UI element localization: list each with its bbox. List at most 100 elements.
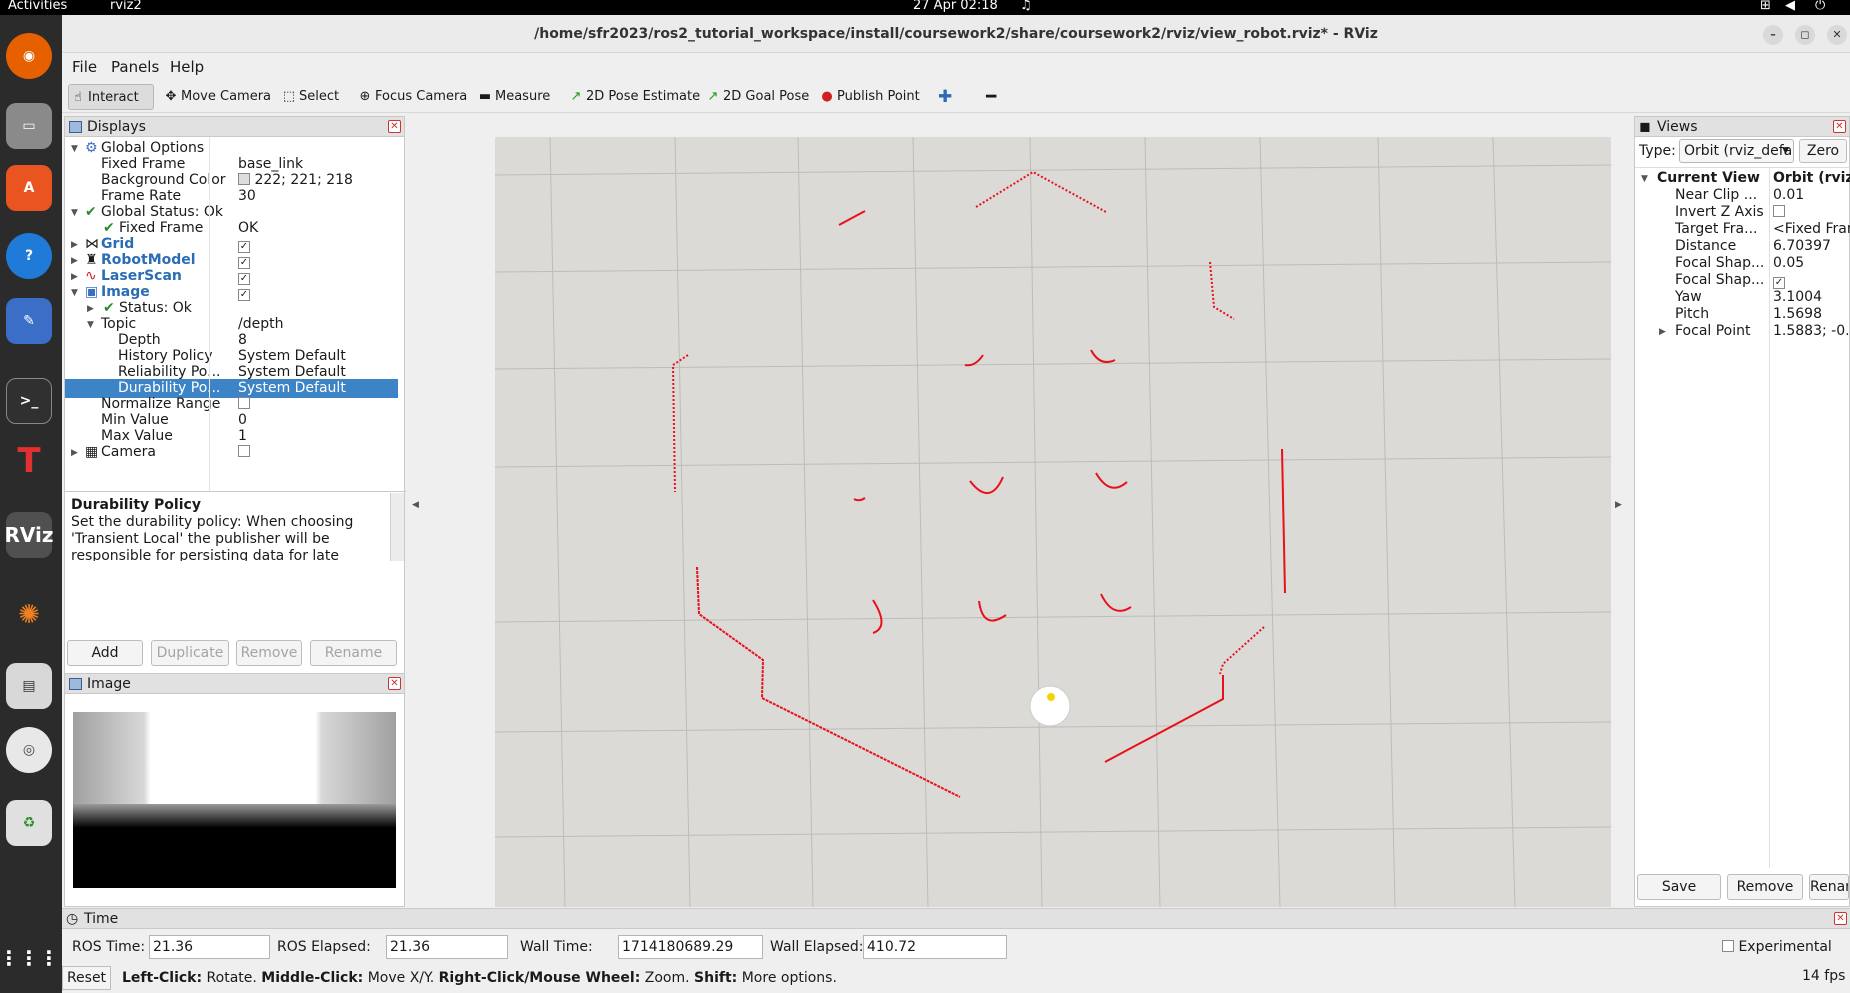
terminal-icon[interactable]: >_ — [6, 378, 52, 424]
goal-pose-tool[interactable]: ↗ 2D Goal Pose — [704, 84, 810, 110]
image-panel-header: Image ✕ — [65, 674, 404, 694]
move-icon: ✥ — [165, 89, 177, 104]
text-editor-icon[interactable]: ✎ — [6, 298, 52, 344]
close-views-icon[interactable]: ✕ — [1833, 120, 1846, 133]
menu-file[interactable]: File — [72, 58, 97, 76]
remove-view-button[interactable]: Remove — [1727, 874, 1803, 900]
trash-icon[interactable]: ♻ — [6, 800, 52, 846]
close-image-icon[interactable]: ✕ — [388, 677, 401, 690]
help-box: Durability Policy Set the durability pol… — [67, 493, 389, 561]
maximize-button[interactable]: ◻ — [1795, 25, 1815, 45]
reset-button[interactable]: Reset — [62, 966, 111, 990]
turtle-icon[interactable]: T — [6, 438, 52, 484]
help-icon[interactable]: ? — [6, 233, 52, 279]
displays-panel: Displays ✕ ▼ ⚙ Global Options Fixed Frame ba… — [64, 116, 406, 674]
power-icon[interactable]: ⏻ — [1815, 0, 1825, 13]
publish-point-tool[interactable]: ● Publish Point — [818, 84, 919, 110]
firefox-icon[interactable]: ◉ — [6, 33, 52, 79]
minimize-button[interactable]: – — [1763, 25, 1783, 45]
render-viewport[interactable] — [494, 136, 1612, 908]
show-apps-icon[interactable]: ⋮⋮⋮ — [0, 935, 59, 981]
add-display-button[interactable]: Add — [67, 640, 143, 666]
hand-icon: ☝ — [74, 90, 82, 105]
fps-label: 14 fps — [1802, 968, 1846, 984]
close-displays-icon[interactable]: ✕ — [388, 120, 401, 133]
software-center-icon[interactable]: A — [6, 165, 52, 211]
green-arrow-icon: ↗ — [707, 89, 719, 104]
move-camera-tool[interactable]: ✥ Move Camera — [162, 84, 271, 110]
expand-arrow-icon[interactable]: ▼ — [71, 204, 78, 223]
select-tool[interactable]: ⬚ Select — [280, 84, 339, 110]
clock[interactable]: 27 Apr 02:18 — [913, 0, 998, 13]
network-icon[interactable]: ⊞ — [1760, 0, 1771, 13]
camera-checkbox[interactable] — [238, 445, 250, 457]
displays-icon — [69, 121, 82, 133]
views-panel: ◼ Views ✕ Type: Orbit (rviz_defau ▼ Zero ▼ C… — [1634, 116, 1850, 907]
rename-view-button[interactable]: Rename — [1809, 874, 1849, 900]
divider — [65, 491, 406, 492]
rviz-window: /home/sfr2023/ros2_tutorial_workspace/in… — [62, 15, 1850, 993]
normalize-checkbox[interactable] — [238, 397, 250, 409]
time-header: ◷ Time ✕ — [62, 909, 1850, 929]
expand-arrow-icon[interactable]: ▼ — [87, 316, 94, 335]
save-view-button[interactable]: Save — [1637, 874, 1721, 900]
help-scrollbar[interactable] — [390, 493, 404, 561]
displays-tree: ▼ ⚙ Global Options Fixed Frame base_link Ba… — [65, 137, 406, 492]
wall-elapsed-label: Wall Elapsed: — [770, 939, 864, 955]
check-icon: ✔ — [85, 204, 97, 220]
rviz-icon[interactable]: RViz — [4, 512, 54, 558]
help-line: 'Transient Local' the publisher will be — [71, 531, 330, 547]
window-titlebar: /home/sfr2023/ros2_tutorial_workspace/in… — [62, 15, 1850, 53]
ros-elapsed-field[interactable]: 21.36 — [386, 935, 508, 959]
status-hint: Left-Click: Rotate. Middle-Click: Move X… — [122, 970, 837, 986]
color-swatch[interactable] — [238, 173, 250, 185]
column-divider — [209, 137, 210, 492]
document-viewer-icon[interactable]: ▤ — [6, 663, 52, 709]
robot-model[interactable] — [1029, 685, 1071, 727]
duplicate-display-button[interactable]: Duplicate — [151, 640, 229, 666]
files-icon[interactable]: ▭ — [6, 103, 52, 149]
remove-tool-icon[interactable]: ━ — [984, 84, 996, 110]
activities-button[interactable]: Activities — [8, 0, 67, 13]
pose-estimate-tool[interactable]: ↗ 2D Pose Estimate — [567, 84, 701, 110]
wall-time-field[interactable]: 1714180689.29 — [618, 935, 763, 959]
blender-icon[interactable]: ✺ — [6, 592, 52, 638]
measure-tool[interactable]: ▬ Measure — [476, 84, 550, 110]
laser-scan — [671, 170, 1286, 798]
volume-icon[interactable]: ◀ — [1785, 0, 1795, 13]
disc-icon[interactable]: ◎ — [6, 727, 52, 773]
map-pin-icon: ● — [821, 89, 833, 104]
close-window-button[interactable]: ✕ — [1827, 25, 1847, 45]
expand-arrow-icon[interactable]: ▼ — [71, 284, 78, 303]
menu-help[interactable]: Help — [170, 58, 204, 76]
collapse-arrow-icon[interactable]: ▶ — [71, 444, 78, 463]
collapse-left-arrow-icon[interactable]: ◀ — [412, 500, 419, 510]
wall-elapsed-field[interactable]: 410.72 — [863, 935, 1007, 959]
rename-display-button[interactable]: Rename — [310, 640, 397, 666]
ruler-icon: ▬ — [478, 89, 492, 104]
menu-panels[interactable]: Panels — [111, 58, 159, 76]
experimental-checkbox[interactable] — [1722, 940, 1734, 952]
help-line: responsible for persisting data for late… — [71, 548, 339, 561]
active-app-label[interactable]: rviz2 — [110, 0, 142, 13]
expand-arrow-icon[interactable]: ▼ — [71, 140, 78, 159]
close-time-icon[interactable]: ✕ — [1834, 912, 1847, 925]
toolbar: ☝ Interact ✥ Move Camera ⬚ Select ⊕ Focus Ca… — [62, 81, 1850, 113]
help-title: Durability Policy — [71, 497, 201, 513]
interact-tool[interactable]: ☝ Interact — [68, 84, 154, 110]
view-row-focal-point[interactable]: ▶Focal Point1.5883; -0.06295... — [1635, 322, 1850, 341]
depth-image — [73, 712, 396, 888]
invert-z-checkbox[interactable] — [1773, 205, 1785, 217]
ros-time-label: ROS Time: — [72, 939, 146, 955]
remove-display-button[interactable]: Remove — [236, 640, 302, 666]
ros-time-field[interactable]: 21.36 — [149, 935, 270, 959]
focus-camera-tool[interactable]: ⊕ Focus Camera — [356, 84, 468, 110]
collapse-arrow-icon[interactable]: ▶ — [1659, 323, 1666, 342]
experimental-row[interactable]: Experimental — [1722, 939, 1832, 955]
camera-icon: ◼ — [1639, 119, 1651, 135]
image-checkbox[interactable]: ✓ — [238, 289, 250, 301]
view-type-select[interactable]: Orbit (rviz_defau ▼ — [1679, 139, 1794, 163]
collapse-right-arrow-icon[interactable]: ▶ — [1615, 500, 1622, 510]
zero-button[interactable]: Zero — [1799, 139, 1847, 163]
add-tool-icon[interactable]: ✚ — [936, 84, 952, 110]
